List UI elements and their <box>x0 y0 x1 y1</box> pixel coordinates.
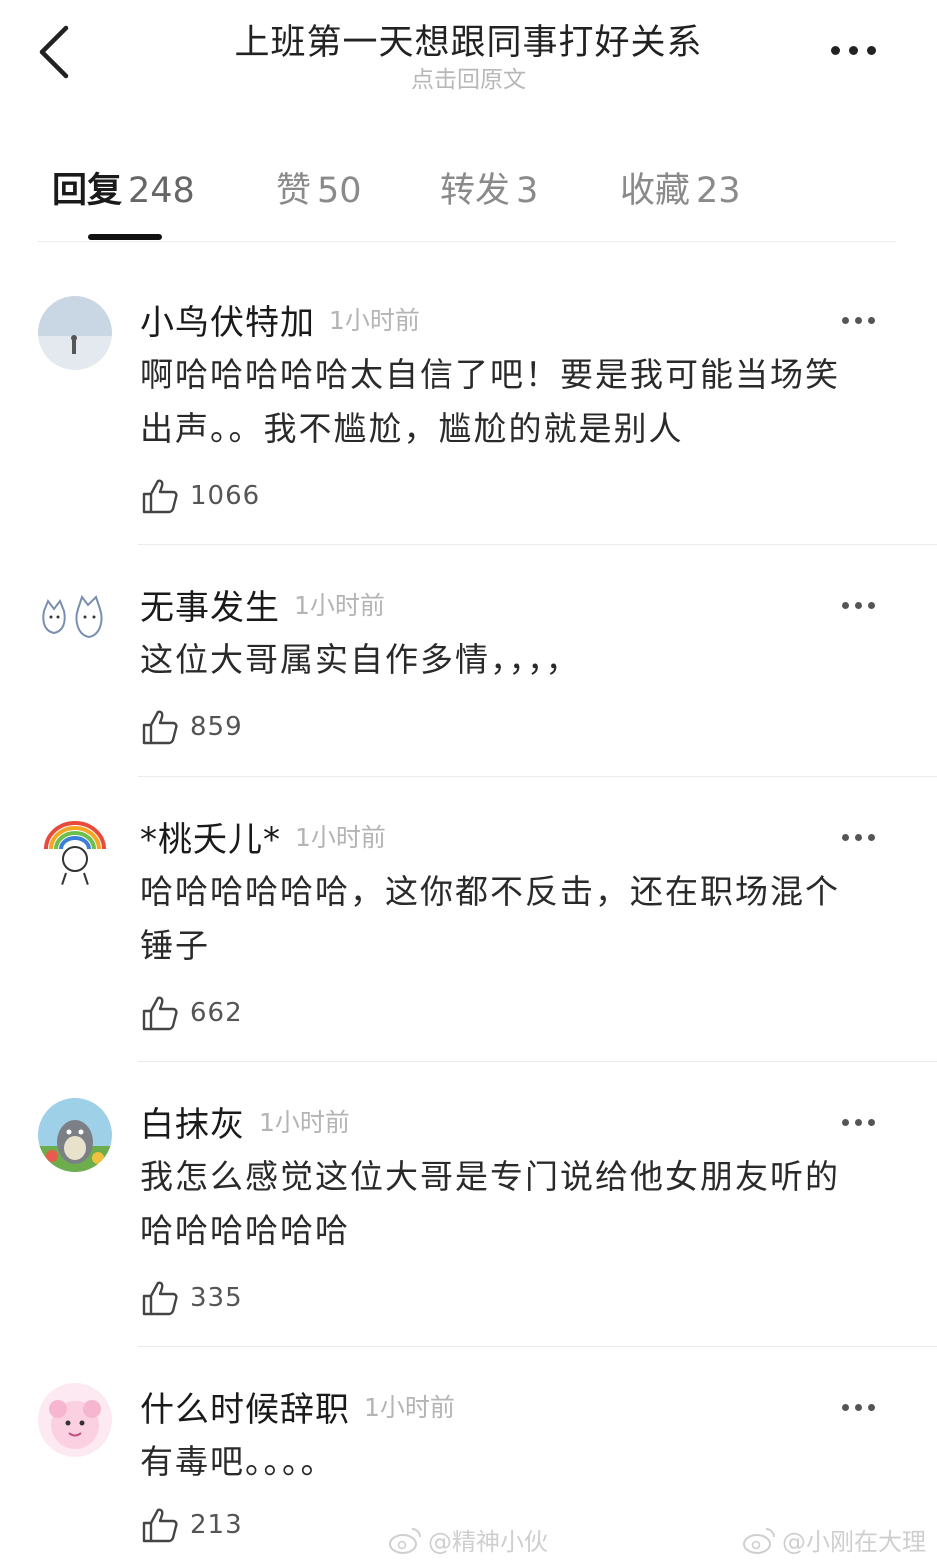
tab-label: 转发 <box>440 171 511 211</box>
thumbs-up-icon <box>142 710 178 745</box>
comment-more-button[interactable] <box>842 310 882 330</box>
timestamp: 1小时前 <box>329 306 420 335</box>
tab-label: 收藏 <box>620 171 691 211</box>
tab-count: 3 <box>516 171 539 211</box>
like-count: 213 <box>190 1510 243 1540</box>
timestamp: 1小时前 <box>364 1393 455 1422</box>
thumbs-up-icon <box>142 1281 178 1316</box>
top-nav-bar: 上班第一天想跟同事打好关系 点击回原文 <box>0 0 937 110</box>
comment-more-button[interactable] <box>842 827 882 847</box>
like-button[interactable]: 1066 <box>140 476 867 516</box>
username[interactable]: *桃夭儿* <box>140 812 281 861</box>
more-dots-icon <box>842 595 882 615</box>
username[interactable]: 小鸟伏特加 <box>140 295 315 344</box>
thumbs-up-icon <box>142 1508 178 1543</box>
watermark: @精神小伙 <box>388 1522 548 1557</box>
like-count: 1066 <box>190 481 261 511</box>
avatar[interactable] <box>38 1383 112 1457</box>
like-button[interactable]: 859 <box>140 707 867 747</box>
avatar[interactable] <box>38 581 112 655</box>
like-button[interactable]: 662 <box>140 993 867 1033</box>
username[interactable]: 白抹灰 <box>140 1097 245 1146</box>
divider <box>138 544 937 545</box>
more-dots-icon <box>842 1112 882 1132</box>
timestamp: 1小时前 <box>259 1108 350 1137</box>
more-dots-icon <box>831 38 889 62</box>
like-count: 335 <box>190 1283 243 1313</box>
like-count: 859 <box>190 712 243 742</box>
cartoon-cats-icon <box>38 581 112 655</box>
comment-more-button[interactable] <box>842 1112 882 1132</box>
more-dots-icon <box>842 310 882 330</box>
thumbs-up-icon <box>142 479 178 514</box>
totoro-icon <box>38 1098 112 1172</box>
comment-more-button[interactable] <box>842 1397 882 1417</box>
page-title: 上班第一天想跟同事打好关系 <box>234 23 703 63</box>
username[interactable]: 无事发生 <box>140 580 280 629</box>
watermark-text: @小刚在大理 <box>782 1528 926 1556</box>
rainbow-doodle-icon <box>38 813 112 887</box>
more-dots-icon <box>842 1397 882 1417</box>
avatar[interactable] <box>38 296 112 370</box>
thumbs-up-icon <box>142 996 178 1031</box>
active-tab-indicator <box>88 234 162 240</box>
tab-count: 248 <box>128 171 195 211</box>
weibo-logo-icon <box>389 1527 421 1554</box>
tab-replies[interactable]: 回复 248 <box>52 162 195 213</box>
weibo-logo-icon <box>743 1527 775 1554</box>
divider <box>138 776 937 777</box>
timestamp: 1小时前 <box>294 591 385 620</box>
divider <box>138 1346 937 1347</box>
seascape-photo-icon <box>38 296 112 370</box>
more-dots-icon <box>842 827 882 847</box>
view-original-link[interactable]: 点击回原文 <box>0 60 937 94</box>
tab-favorites[interactable]: 收藏 23 <box>620 162 741 213</box>
timestamp: 1小时前 <box>295 823 386 852</box>
comment-text: 哈哈哈哈哈哈，这你都不反击，还在职场混个锤子 <box>140 872 840 965</box>
comment-text: 我怎么感觉这位大哥是专门说给他女朋友听的哈哈哈哈哈哈 <box>140 1157 840 1250</box>
watermark: @小刚在大理 <box>742 1522 926 1557</box>
like-count: 662 <box>190 998 243 1028</box>
like-button[interactable]: 335 <box>140 1278 867 1318</box>
comment-text: 这位大哥属实自作多情，，，， <box>140 640 581 679</box>
tab-label: 回复 <box>52 171 123 211</box>
divider <box>138 1061 937 1062</box>
comment-more-button[interactable] <box>842 595 882 615</box>
tab-count: 50 <box>317 171 362 211</box>
comment-text: 有毒吧。。。。 <box>140 1442 336 1481</box>
comment-text: 啊哈哈哈哈哈太自信了吧！要是我可能当场笑出声。。我不尴尬，尴尬的就是别人 <box>140 355 840 448</box>
avatar[interactable] <box>38 813 112 887</box>
tab-label: 赞 <box>276 171 312 211</box>
username[interactable]: 什么时候辞职 <box>140 1382 350 1431</box>
pink-character-icon <box>38 1383 112 1457</box>
tab-reposts[interactable]: 转发 3 <box>440 162 538 213</box>
tab-count: 23 <box>696 171 741 211</box>
watermark-text: @精神小伙 <box>428 1528 548 1556</box>
tab-likes[interactable]: 赞 50 <box>276 162 362 213</box>
tab-bar: 回复 248 赞 50 转发 3 收藏 23 <box>38 150 896 242</box>
avatar[interactable] <box>38 1098 112 1172</box>
more-options-button[interactable] <box>831 38 889 62</box>
